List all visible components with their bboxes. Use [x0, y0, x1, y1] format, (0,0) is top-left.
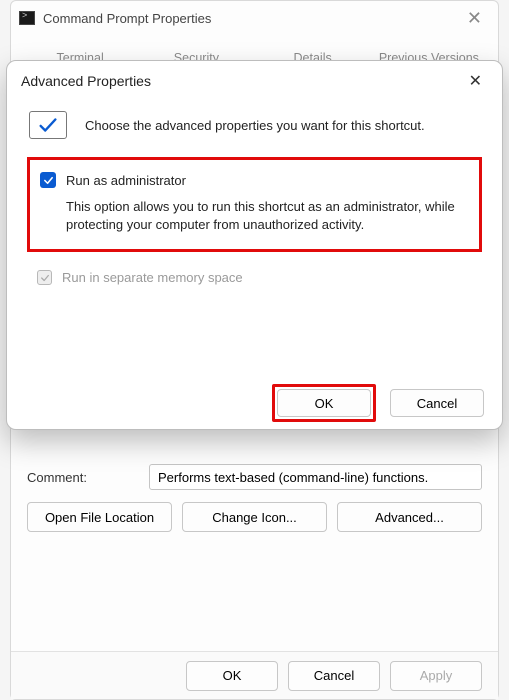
intro-text: Choose the advanced properties you want … [85, 118, 425, 133]
comment-input[interactable] [149, 464, 482, 490]
run-as-admin-checkbox[interactable] [40, 172, 56, 188]
separate-memory-row: Run in separate memory space [37, 270, 480, 285]
ok-highlight: OK [272, 384, 376, 422]
window-title: Command Prompt Properties [43, 11, 211, 26]
run-as-admin-label: Run as administrator [66, 173, 186, 188]
change-icon-button[interactable]: Change Icon... [182, 502, 327, 532]
dialog-body: Choose the advanced properties you want … [7, 101, 502, 285]
dialog-titlebar: Advanced Properties ✕ [7, 61, 502, 101]
apply-button: Apply [390, 661, 482, 691]
comment-row: Comment: [27, 464, 482, 490]
run-as-admin-row[interactable]: Run as administrator [40, 172, 465, 188]
properties-footer: OK Cancel Apply [11, 651, 498, 699]
dialog-cancel-button[interactable]: Cancel [390, 389, 484, 417]
shortcut-button-row: Open File Location Change Icon... Advanc… [27, 502, 482, 532]
dialog-footer: OK Cancel [7, 377, 502, 429]
cmd-icon [19, 11, 35, 25]
advanced-button[interactable]: Advanced... [337, 502, 482, 532]
comment-label: Comment: [27, 470, 137, 485]
separate-memory-checkbox [37, 270, 52, 285]
advanced-properties-dialog: Advanced Properties ✕ Choose the advance… [6, 60, 503, 430]
separate-memory-label: Run in separate memory space [62, 270, 243, 285]
ok-button[interactable]: OK [186, 661, 278, 691]
run-as-admin-description: This option allows you to run this short… [66, 198, 465, 233]
dialog-ok-button[interactable]: OK [277, 389, 371, 417]
open-file-location-button[interactable]: Open File Location [27, 502, 172, 532]
dialog-close-icon[interactable]: ✕ [463, 67, 488, 95]
shortcut-check-icon [29, 111, 67, 139]
cancel-button[interactable]: Cancel [288, 661, 380, 691]
close-icon[interactable]: ✕ [459, 6, 490, 31]
dialog-title: Advanced Properties [21, 73, 151, 89]
titlebar: Command Prompt Properties ✕ [11, 1, 498, 35]
run-as-admin-section: Run as administrator This option allows … [27, 157, 482, 252]
intro-row: Choose the advanced properties you want … [29, 111, 484, 139]
